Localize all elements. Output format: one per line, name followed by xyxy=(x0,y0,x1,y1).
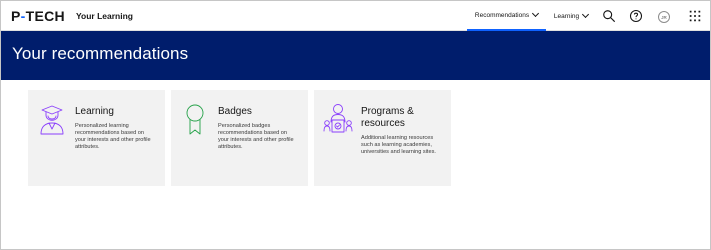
user-avatar[interactable]: JR xyxy=(658,11,670,23)
tile-title: Programs & resources xyxy=(361,106,414,129)
tile-description: Personalized badges recommendations base… xyxy=(218,123,294,150)
nav-recommendations-menu[interactable]: Recommendations xyxy=(467,1,546,31)
tile-description: Additional learning resources such as le… xyxy=(361,135,436,155)
page-title: Your recommendations xyxy=(12,44,189,63)
top-navigation: P-TECH Your Learning Recommendations Lea… xyxy=(1,1,710,31)
programs-resources-tile[interactable]: Programs & resources Additional learning… xyxy=(314,90,451,186)
badge-icon xyxy=(186,104,204,135)
app-switcher-icon[interactable] xyxy=(687,8,703,24)
page-banner: Your recommendations xyxy=(1,31,710,80)
learner-icon xyxy=(40,105,64,135)
tile-title: Learning xyxy=(75,106,114,117)
ptech-logo[interactable]: P-TECH xyxy=(11,8,65,24)
programs-icon xyxy=(323,104,353,133)
logo-letter: P xyxy=(11,8,21,24)
app-name[interactable]: Your Learning xyxy=(76,11,133,21)
search-icon[interactable] xyxy=(601,8,617,24)
chevron-down-icon xyxy=(532,9,540,18)
nav-learning-label: Learning xyxy=(553,12,580,20)
tile-title: Badges xyxy=(218,106,252,117)
tile-description: Personalized learning recommendations ba… xyxy=(75,123,151,150)
chevron-down-icon xyxy=(582,10,590,19)
badges-tile[interactable]: Badges Personalized badges recommendatio… xyxy=(171,90,308,186)
logo-word: TECH xyxy=(25,8,65,24)
nav-learning-menu[interactable]: Learning xyxy=(550,1,592,31)
help-icon[interactable] xyxy=(628,8,644,24)
nav-recommendations-label: Recommendations xyxy=(474,11,530,19)
learning-tile[interactable]: Learning Personalized learning recommend… xyxy=(28,90,165,186)
